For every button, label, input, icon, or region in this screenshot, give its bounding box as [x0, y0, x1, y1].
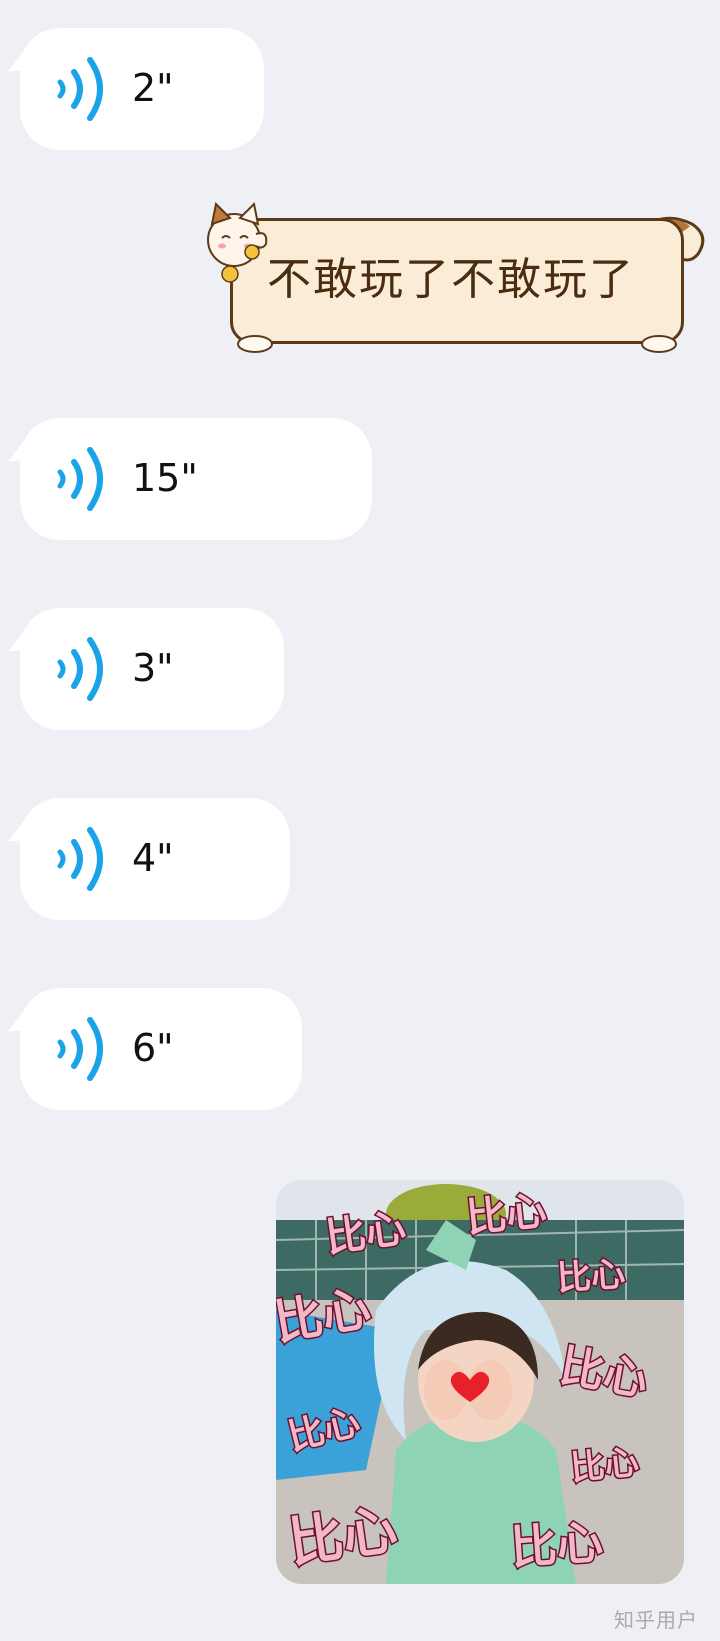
paw-decoration — [237, 335, 273, 353]
chat-screen: { "messages": [ {"type": "voice", "durat… — [0, 0, 720, 1641]
voice-duration: 4" — [132, 836, 174, 880]
voice-message[interactable]: 3" — [20, 608, 284, 730]
voice-message[interactable]: 6" — [20, 988, 302, 1110]
voice-message[interactable]: 4" — [20, 798, 290, 920]
caption-word: 比心 — [569, 1442, 641, 1489]
voice-message[interactable]: 15" — [20, 418, 372, 540]
voice-duration: 15" — [132, 456, 198, 500]
voice-duration: 6" — [132, 1026, 174, 1070]
lucky-cat-icon — [207, 201, 268, 283]
paw-decoration — [641, 335, 677, 353]
voice-duration: 2" — [132, 66, 174, 110]
voice-duration: 3" — [132, 646, 174, 690]
voice-wave-icon — [57, 827, 103, 891]
voice-message[interactable]: 2" — [20, 28, 264, 150]
voice-wave-icon — [57, 637, 103, 701]
caption-word: 比心 — [556, 1254, 627, 1299]
voice-wave-icon — [57, 1017, 103, 1081]
watermark: 知乎用户 — [614, 1608, 698, 1632]
meme-photo: 比心 比心 比心 比心 比心 比心 比心 比心 比心 — [276, 1180, 684, 1584]
caption-word: 比心 — [509, 1515, 605, 1575]
voice-wave-icon — [57, 57, 103, 121]
image-message[interactable]: 比心 比心 比心 比心 比心 比心 比心 比心 比心 — [276, 1180, 684, 1584]
voice-wave-icon — [57, 447, 103, 511]
sticker-message[interactable]: 不敢玩了不敢玩了 — [230, 218, 684, 344]
sticker-text: 不敢玩了不敢玩了 — [267, 254, 635, 305]
caption-word: 比心 — [464, 1188, 548, 1242]
